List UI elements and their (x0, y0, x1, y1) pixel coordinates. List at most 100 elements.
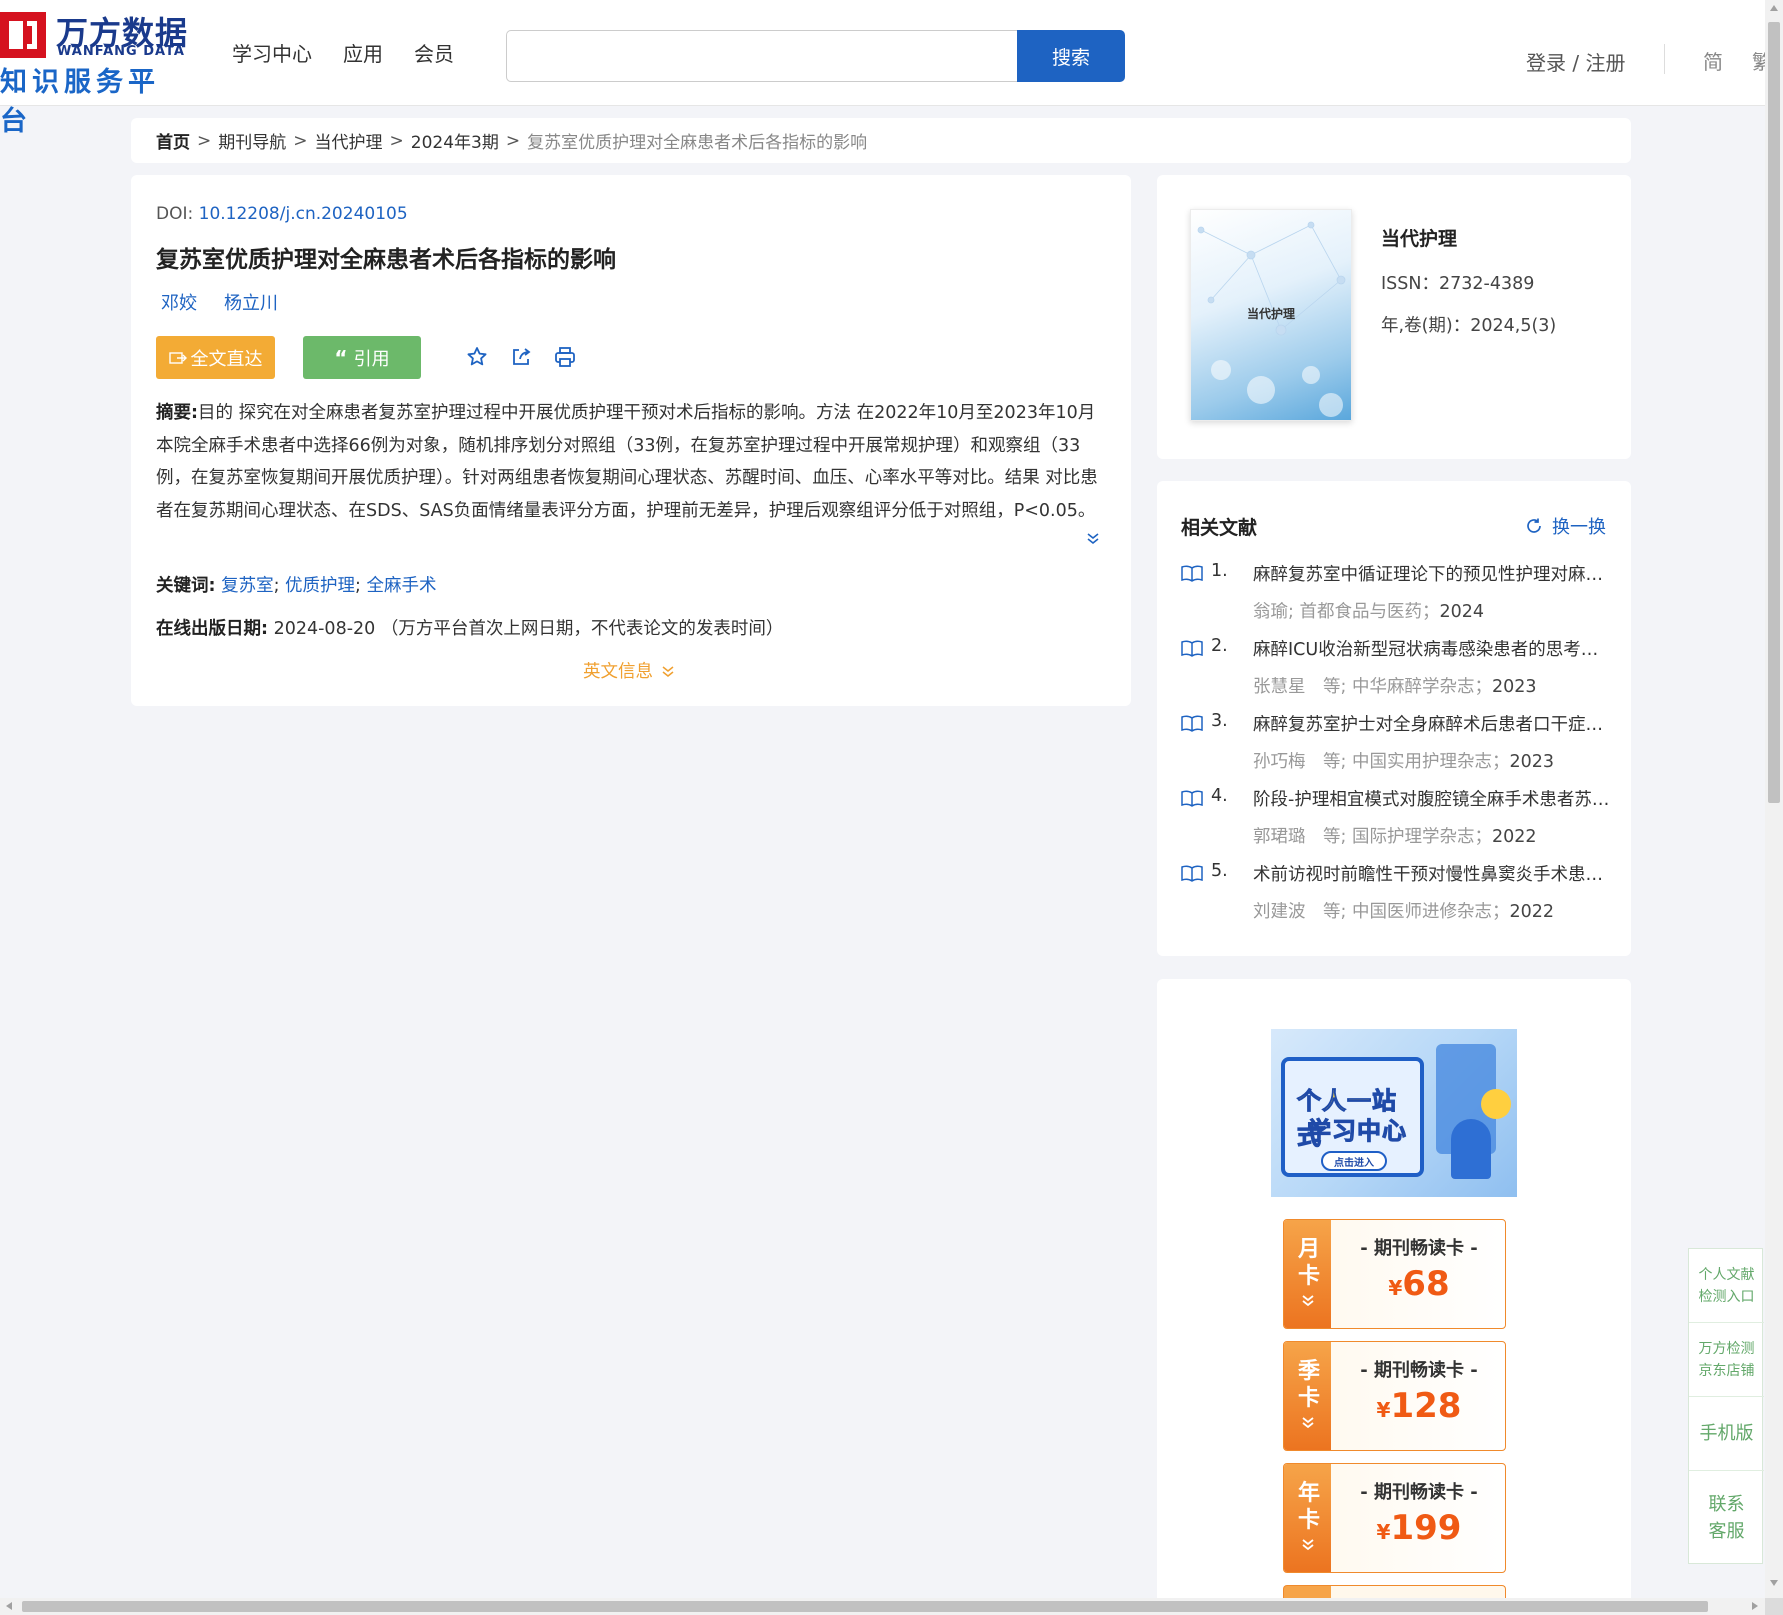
book-icon (1181, 715, 1203, 732)
search-button[interactable]: 搜索 (1017, 30, 1125, 82)
card-tab-label: 季卡 (1298, 1359, 1321, 1411)
float-plagiarism-check[interactable]: 个人文献检测入口 (1689, 1249, 1764, 1323)
wanfang-logo[interactable]: 万方数据 WANFANG DATA 知识服务平台 (0, 8, 190, 137)
print-icon[interactable] (553, 345, 577, 369)
lang-traditional[interactable]: 繁 (1752, 46, 1765, 75)
author-link[interactable]: 邓姣 (161, 289, 197, 315)
related-authors-journal: 翁瑜; 首都食品与医药； (1253, 602, 1440, 622)
breadcrumb: 首页 > 期刊导航 > 当代护理 > 2024年3期 > 复苏室优质护理对全麻患… (131, 118, 1631, 163)
fulltext-icon (168, 351, 187, 364)
abstract-label: 摘要: (156, 403, 198, 423)
journal-cover[interactable]: 当代护理 (1190, 209, 1352, 421)
card-label: - 期刊畅读卡 - (1360, 1238, 1478, 1259)
search-box (506, 30, 1017, 82)
related-title[interactable]: 麻醉ICU收治新型冠状病毒感染患者的思考与实践 (1253, 636, 1613, 661)
login-register-link[interactable]: 登录 / 注册 (1526, 47, 1625, 76)
search-input[interactable] (507, 31, 1017, 81)
main-nav: 学习中心 应用 会员 (232, 38, 454, 67)
banner-cta[interactable]: 点击进入 (1321, 1151, 1387, 1171)
breadcrumb-sep: > (293, 130, 308, 151)
keywords-label: 关键词: (156, 576, 216, 596)
journal-card: 当代护理 当代护理 ISSN：2732-4389 年,卷(期)：2024,5(3… (1157, 175, 1631, 459)
breadcrumb-home[interactable]: 首页 (156, 128, 190, 153)
promo-card: 个人一站式 学习中心 点击进入 月卡 - 期刊畅读卡 - ¥68 季卡 - 期刊… (1157, 979, 1631, 1615)
scroll-right-arrow-icon[interactable] (1752, 1602, 1758, 1610)
card-tab: 月卡 (1284, 1220, 1331, 1328)
lang-simplified[interactable]: 简 (1703, 46, 1723, 75)
scrollbar-corner (1765, 1598, 1783, 1615)
card-tab: 年卡 (1284, 1464, 1331, 1572)
related-year: 2023 (1509, 752, 1555, 772)
card-tab-label: 年卡 (1298, 1481, 1321, 1533)
expand-abstract-icon[interactable] (1085, 530, 1101, 546)
book-icon (1181, 790, 1203, 807)
nav-learning-center[interactable]: 学习中心 (232, 38, 312, 67)
breadcrumb-journal-nav[interactable]: 期刊导航 (218, 128, 286, 153)
card-price-value: 68 (1402, 1264, 1450, 1304)
scroll-down-arrow-icon[interactable] (1770, 1580, 1778, 1586)
abstract-text: 目的 探究在对全麻患者复苏室护理过程中开展优质护理干预对术后指标的影响。方法 在… (156, 403, 1098, 521)
nav-apps[interactable]: 应用 (343, 38, 383, 67)
horizontal-scroll-thumb[interactable] (22, 1601, 1708, 1612)
english-info-toggle[interactable]: 英文信息 (583, 658, 675, 683)
banner-figure-illustration (1451, 1119, 1491, 1179)
keyword-link[interactable]: 优质护理 (285, 576, 355, 596)
related-meta: 孙巧梅 等; 中国实用护理杂志；2023 (1253, 748, 1554, 773)
related-title[interactable]: 阶段-护理相宜模式对腹腔镜全麻手术患者苏醒期的影响 (1253, 786, 1613, 811)
cite-button[interactable]: “ 引用 (303, 336, 421, 379)
logo-mark-icon (0, 12, 46, 58)
card-currency: ¥ (1376, 1398, 1391, 1422)
double-chevron-down-icon (1302, 1539, 1314, 1551)
pubdate-value: 2024-08-20 (273, 619, 376, 639)
scroll-left-arrow-icon[interactable] (6, 1602, 12, 1610)
vertical-scroll-thumb[interactable] (1768, 22, 1780, 803)
float-contact-service[interactable]: 联系客服 (1689, 1471, 1764, 1565)
related-year: 2022 (1509, 902, 1555, 922)
banner-board: 个人一站式 学习中心 点击进入 (1281, 1057, 1424, 1177)
nav-membership[interactable]: 会员 (414, 38, 454, 67)
related-num: 1. (1211, 561, 1228, 581)
quarterly-card[interactable]: 季卡 - 期刊畅读卡 - ¥128 (1283, 1341, 1506, 1451)
double-chevron-down-icon (1302, 1417, 1314, 1429)
top-header: 万方数据 WANFANG DATA 知识服务平台 学习中心 应用 会员 搜索 登… (0, 0, 1765, 137)
keyword-link[interactable]: 复苏室 (221, 576, 274, 596)
logo-en-text: WANFANG DATA (57, 44, 185, 59)
related-item: 4. 阶段-护理相宜模式对腹腔镜全麻手术患者苏醒期的影响 郭珺璐 等; 国际护理… (1181, 786, 1613, 861)
author-link[interactable]: 杨立川 (224, 289, 278, 315)
breadcrumb-journal[interactable]: 当代护理 (315, 128, 383, 153)
horizontal-scrollbar[interactable] (0, 1598, 1765, 1615)
refresh-button[interactable]: 换一换 (1525, 513, 1606, 539)
related-list: 1. 麻醉复苏室中循证理论下的预见性护理对麻醉复苏质量的影响 翁瑜; 首都食品与… (1181, 561, 1613, 936)
doi-link[interactable]: 10.12208/j.cn.20240105 (199, 204, 408, 224)
related-num: 5. (1211, 861, 1228, 881)
float-jd-store[interactable]: 万方检测京东店铺 (1689, 1323, 1764, 1397)
doi-label: DOI: (156, 204, 199, 224)
related-title[interactable]: 术前访视时前瞻性干预对慢性鼻窦炎手术患者的影响 (1253, 861, 1613, 886)
quote-icon: “ (334, 345, 348, 370)
related-year: 2024 (1439, 602, 1485, 622)
related-item: 1. 麻醉复苏室中循证理论下的预见性护理对麻醉复苏质量的影响 翁瑜; 首都食品与… (1181, 561, 1613, 636)
star-icon[interactable] (465, 345, 489, 369)
fulltext-button[interactable]: 全文直达 (156, 336, 275, 379)
abstract: 摘要:目的 探究在对全麻患者复苏室护理过程中开展优质护理干预对术后指标的影响。方… (156, 397, 1106, 527)
journal-name[interactable]: 当代护理 (1381, 224, 1457, 251)
annual-card[interactable]: 年卡 - 期刊畅读卡 - ¥199 (1283, 1463, 1506, 1573)
monthly-card[interactable]: 月卡 - 期刊畅读卡 - ¥68 (1283, 1219, 1506, 1329)
keyword-link[interactable]: 全麻手术 (367, 576, 437, 596)
scroll-up-arrow-icon[interactable] (1770, 5, 1778, 11)
learning-center-banner[interactable]: 个人一站式 学习中心 点击进入 (1271, 1029, 1517, 1197)
vertical-scrollbar[interactable] (1765, 0, 1783, 1598)
share-icon[interactable] (509, 345, 533, 369)
related-item: 2. 麻醉ICU收治新型冠状病毒感染患者的思考与实践 张慧星 等; 中华麻醉学杂… (1181, 636, 1613, 711)
double-chevron-down-icon (1302, 1295, 1314, 1307)
related-num: 4. (1211, 786, 1228, 806)
related-year: 2022 (1491, 827, 1537, 847)
pubdate-note: （万方平台首次上网日期，不代表论文的发表时间） (380, 619, 784, 639)
related-title[interactable]: 麻醉复苏室中循证理论下的预见性护理对麻醉复苏质量的影响 (1253, 561, 1613, 586)
float-mobile-version[interactable]: 手机版 (1689, 1397, 1764, 1471)
breadcrumb-issue[interactable]: 2024年3期 (411, 128, 499, 153)
header-divider (1664, 44, 1665, 74)
related-authors-journal: 郭珺璐 等; 国际护理学杂志； (1253, 827, 1492, 847)
related-heading: 相关文献 (1181, 517, 1258, 539)
related-title[interactable]: 麻醉复苏室护士对全身麻醉术后患者口干症状管理 (1253, 711, 1613, 736)
